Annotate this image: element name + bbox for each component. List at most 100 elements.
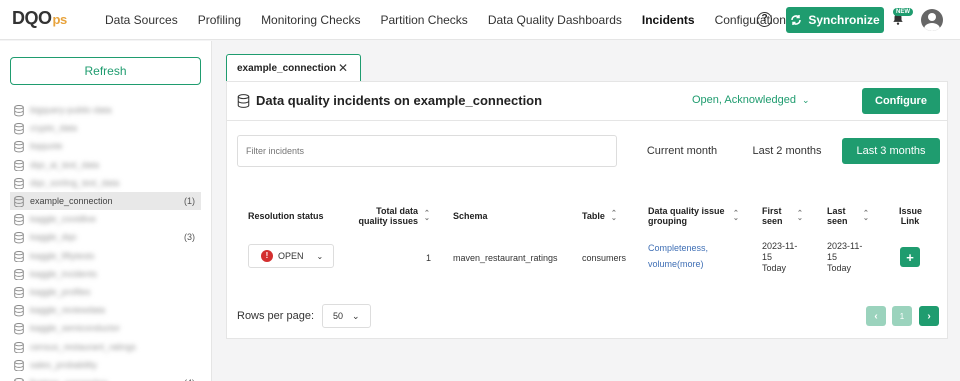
connection-name: kaggle_semiconductor	[30, 323, 121, 334]
rows-per-page-value: 50	[333, 311, 344, 321]
connection-name: bigquery-public-data	[30, 105, 112, 116]
sidebar-connection-item[interactable]: sales_probability	[10, 356, 201, 374]
refresh-button[interactable]: Refresh	[10, 57, 201, 85]
sidebar-connection-item[interactable]: kaggle_reviewdata	[10, 301, 201, 319]
connection-name: dqo_ai_test_data	[30, 159, 100, 170]
header-grouping-line1: Data quality issue	[648, 206, 725, 216]
top-navigation-bar: DQO ps Data Sources Profiling Monitoring …	[0, 0, 960, 40]
app-logo[interactable]: DQO ps	[12, 8, 67, 29]
sort-icon[interactable]: ⌃ ⌄	[794, 210, 803, 222]
table-cell: consumers	[582, 253, 627, 263]
connection-tree: bigquery-public-data crypto_databqquote dq…	[10, 101, 201, 381]
new-badge: NEW	[893, 8, 913, 16]
tab-label: example_connection	[237, 62, 336, 74]
connection-name: kaggle_dqo	[30, 232, 77, 243]
rows-per-page-label: Rows per page:	[237, 310, 315, 322]
filter-incidents-input[interactable]	[237, 135, 617, 167]
column-header-first-seen[interactable]: First seen	[762, 206, 783, 226]
next-page-button[interactable]: ›	[919, 306, 939, 326]
connection-name: dqo_sorting_test_data	[30, 177, 120, 188]
database-icon	[14, 268, 24, 281]
database-icon	[14, 250, 24, 262]
sort-icon[interactable]: ⌃ ⌄	[608, 210, 617, 222]
header-total-line2: quality issues	[358, 216, 418, 226]
nav-profiling[interactable]: Profiling	[198, 13, 241, 27]
help-icon[interactable]: ?	[757, 12, 772, 27]
prev-page-button[interactable]: ‹	[866, 306, 886, 326]
chevron-down-icon: ⌄	[801, 94, 810, 105]
column-header-resolution-status[interactable]: Resolution status	[248, 211, 324, 221]
connection-name: kaggle_fiftytests	[30, 250, 95, 261]
header-link-line1: Issue	[899, 206, 923, 216]
synchronize-button[interactable]: Synchronize	[786, 7, 884, 33]
last-seen-line3: Today	[827, 263, 852, 273]
page-1-button[interactable]: 1	[892, 306, 912, 326]
panel-header: Data quality incidents on example_connec…	[227, 82, 947, 121]
status-filter-dropdown[interactable]: Open, Acknowledged ⌄	[692, 94, 810, 106]
sort-icon[interactable]: ⌃ ⌄	[860, 210, 869, 222]
nav-data-quality-dashboards[interactable]: Data Quality Dashboards	[488, 13, 622, 27]
rows-per-page-select[interactable]: 50 ⌄	[322, 304, 371, 328]
sidebar-connection-item[interactable]: kaggle_profiles	[10, 283, 201, 301]
header-grouping-line2: grouping	[648, 216, 687, 226]
sidebar-connection-item[interactable]: kaggle_semiconductor	[10, 319, 201, 337]
connection-name: kaggle_incidents	[30, 268, 98, 279]
page-title: Data quality incidents on example_connec…	[256, 93, 543, 108]
sidebar-connection-item[interactable]: crypto_data	[10, 119, 201, 137]
sidebar-connection-item[interactable]: kaggle_dqo (3)	[10, 228, 201, 246]
configure-button[interactable]: Configure	[862, 88, 940, 114]
connection-name: census_restaurant_ratings	[30, 341, 137, 352]
column-header-table[interactable]: Table	[582, 211, 605, 221]
nav-configuration[interactable]: Configuration	[715, 13, 786, 27]
first-seen-line3: Today	[762, 263, 787, 273]
issue-grouping-link[interactable]: Completeness, volume(more)	[648, 243, 708, 270]
nav-data-sources[interactable]: Data Sources	[105, 13, 178, 27]
tab-example-connection[interactable]: example_connection ✕	[226, 54, 361, 81]
sync-icon	[791, 15, 802, 25]
connection-name: crypto_data	[30, 123, 78, 134]
sidebar-connection-item[interactable]: dqo_sorting_test_data	[10, 174, 201, 192]
range-last-3-months[interactable]: Last 3 months	[842, 138, 940, 164]
sidebar-connection-item[interactable]: kaggle_incidents	[10, 265, 201, 283]
nav-partition-checks[interactable]: Partition Checks	[380, 13, 467, 27]
status-filter-value: Open, Acknowledged	[692, 94, 796, 106]
database-icon	[14, 177, 24, 190]
sidebar-connection-item[interactable]: example_connection (1)	[10, 191, 201, 211]
close-icon[interactable]: ✕	[338, 61, 348, 75]
database-icon	[14, 123, 24, 135]
resolution-status-value: OPEN	[278, 251, 304, 261]
nav-incidents[interactable]: Incidents	[642, 13, 695, 27]
incidents-panel: Data quality incidents on example_connec…	[226, 81, 948, 339]
header-first-line2: seen	[762, 216, 783, 226]
main-nav: Data Sources Profiling Monitoring Checks…	[105, 0, 806, 40]
last-seen-line1: 2023-11-	[827, 241, 863, 251]
column-header-schema[interactable]: Schema	[453, 211, 488, 221]
synchronize-label: Synchronize	[808, 13, 880, 27]
database-icon	[14, 232, 24, 244]
sidebar-connection-item[interactable]: kaggle_fiftytests	[10, 247, 201, 265]
sidebar-connection-item[interactable]: census_restaurant_ratings	[10, 337, 201, 355]
resolution-status-select[interactable]: ! OPEN ⌄	[248, 244, 334, 268]
add-issue-link-button[interactable]: +	[900, 247, 920, 267]
sidebar-connection-item[interactable]: kaggle_covidlive	[10, 210, 201, 228]
range-current-month[interactable]: Current month	[637, 138, 727, 164]
incident-count-badge: (1)	[184, 196, 195, 207]
sort-icon[interactable]: ⌃ ⌄	[730, 210, 739, 222]
column-header-last-seen[interactable]: Last seen	[827, 206, 848, 226]
sidebar-connection-item[interactable]: dqo_ai_test_data	[10, 156, 201, 174]
database-icon	[14, 359, 24, 372]
sidebar-connection-item[interactable]: fivetran_connection(4)	[10, 374, 201, 381]
header-link-line2: Link	[900, 216, 920, 226]
sidebar-connection-item[interactable]: bigquery-public-data	[10, 101, 201, 119]
database-icon	[14, 141, 24, 153]
sort-icon[interactable]: ⌃ ⌄	[421, 210, 430, 222]
database-icon	[14, 214, 24, 226]
column-header-issue-grouping[interactable]: Data quality issue grouping	[648, 206, 725, 226]
database-icon	[14, 305, 24, 317]
nav-monitoring-checks[interactable]: Monitoring Checks	[261, 13, 360, 27]
range-last-2-months[interactable]: Last 2 months	[742, 138, 832, 164]
sidebar-connection-item[interactable]: bqquote	[10, 137, 201, 155]
user-avatar[interactable]	[921, 9, 943, 31]
column-header-total-issues[interactable]: Total data quality issues	[355, 206, 418, 226]
connection-name: kaggle_reviewdata	[30, 305, 106, 316]
